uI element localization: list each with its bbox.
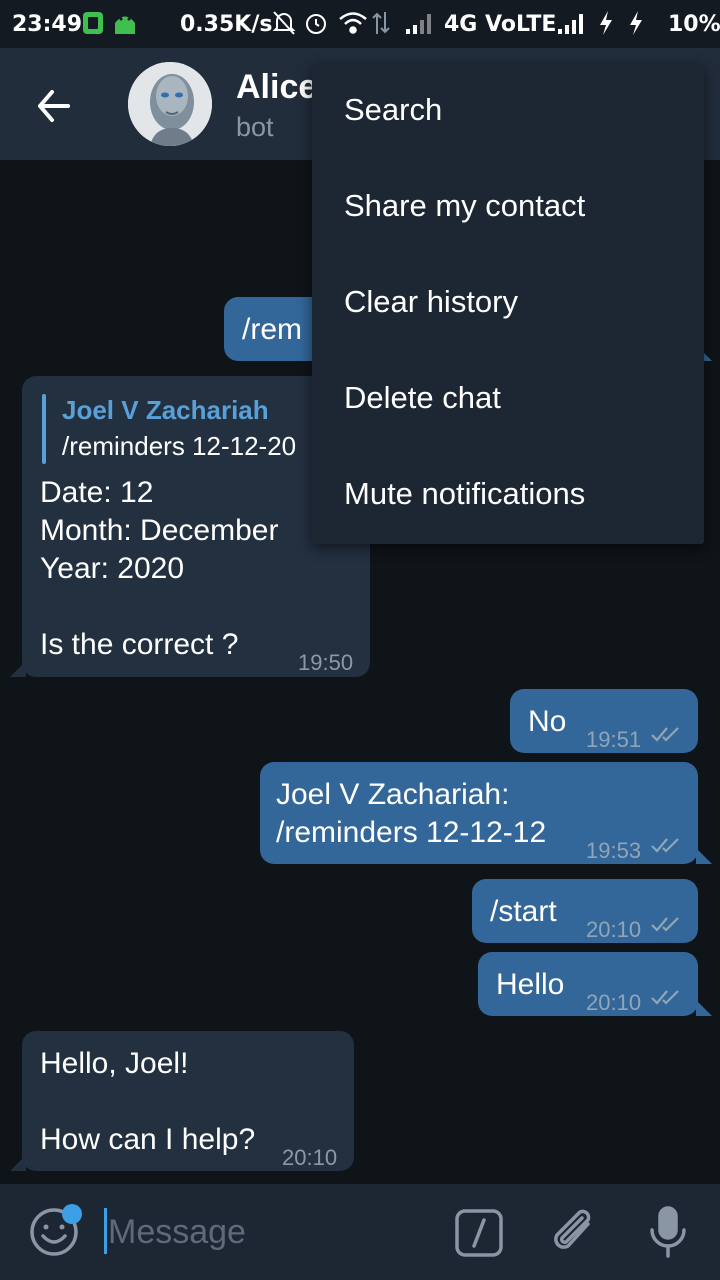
message-line: Date: 12: [40, 476, 154, 509]
back-button[interactable]: [30, 82, 78, 130]
menu-item-label: Share my contact: [344, 188, 586, 223]
message-time: 20:10: [586, 917, 642, 942]
message-line: Joel V Zachariah:: [276, 778, 510, 811]
chat-title[interactable]: Alice: [236, 68, 317, 107]
message-line: Month: December: [40, 514, 279, 547]
menu-item-label: Delete chat: [344, 380, 501, 415]
double-check-icon: [651, 838, 679, 853]
signal-icon-2: [556, 10, 588, 42]
message-bubble-outgoing[interactable]: No 19:51: [510, 689, 698, 753]
paperclip-icon: [554, 1209, 591, 1249]
battery-level: 10%: [668, 12, 720, 37]
reply-quote-bar: [42, 394, 46, 464]
menu-item-search[interactable]: Search: [312, 64, 704, 160]
slash-command-icon: [455, 1209, 503, 1257]
menu-item-label: Clear history: [344, 284, 518, 319]
net-speed: 0.35K/s: [180, 12, 273, 37]
menu-item-label: Search: [344, 92, 443, 127]
message-bubble-incoming[interactable]: Hello, Joel! How can I help? 20:10: [22, 1031, 354, 1171]
message-line: How can I help?: [40, 1123, 256, 1156]
menu-item-label: Mute notifications: [344, 476, 586, 511]
network-type: 4G VoLTE: [444, 12, 557, 37]
bubble-tail: [696, 1000, 712, 1016]
bot-commands-button[interactable]: [454, 1208, 504, 1258]
message-text: /start: [490, 895, 557, 928]
message-bubble-outgoing[interactable]: Hello 20:10: [478, 952, 698, 1016]
message-text: /rem: [242, 313, 302, 346]
data-arrows-icon: [372, 10, 390, 42]
message-time: 19:51: [586, 727, 642, 752]
double-check-icon: [651, 917, 679, 932]
voice-message-button[interactable]: [648, 1204, 688, 1260]
microphone-icon: [650, 1206, 686, 1258]
avatar[interactable]: [128, 62, 212, 146]
menu-item-share-contact[interactable]: Share my contact: [312, 160, 704, 256]
status-bar: 23:49 0.35K/s 4G VoLTE 10%: [0, 0, 720, 48]
reply-author: Joel V Zachariah: [62, 395, 269, 425]
message-line: Year: 2020: [40, 552, 185, 585]
robot-avatar-icon: [128, 62, 212, 146]
chat-subtitle: bot: [236, 112, 274, 142]
message-bubble-outgoing[interactable]: Joel V Zachariah: /reminders 12-12-12 19…: [260, 762, 698, 864]
android-icon: [112, 10, 138, 42]
message-text: Hello: [496, 968, 565, 1001]
battery-icon: [628, 10, 644, 42]
muted-bell-icon: [272, 10, 296, 42]
charging-bolt-icon: [598, 10, 614, 42]
menu-item-mute-notifications[interactable]: Mute notifications: [312, 448, 704, 544]
message-time: 19:53: [586, 838, 642, 863]
message-text: No: [528, 705, 567, 738]
double-check-icon: [651, 727, 679, 742]
notification-dot: [62, 1204, 82, 1224]
message-input[interactable]: [108, 1204, 428, 1260]
attach-button[interactable]: [550, 1204, 600, 1260]
double-check-icon: [651, 990, 679, 1005]
message-line: Hello, Joel!: [40, 1047, 189, 1080]
message-line: Is the correct ?: [40, 628, 239, 661]
message-input-bar: [0, 1184, 720, 1280]
bubble-tail: [10, 1155, 26, 1171]
text-cursor: [104, 1208, 107, 1254]
alarm-icon: [304, 10, 328, 42]
wifi-icon: [338, 10, 368, 42]
arrow-left-icon: [38, 90, 70, 122]
menu-item-delete-chat[interactable]: Delete chat: [312, 352, 704, 448]
message-bubble-outgoing[interactable]: /start 20:10: [472, 879, 698, 943]
bubble-tail: [10, 661, 26, 677]
signal-icon: [404, 10, 436, 42]
notification-icon: [82, 10, 104, 42]
message-time: 19:50: [298, 650, 354, 675]
menu-item-clear-history[interactable]: Clear history: [312, 256, 704, 352]
bubble-tail: [696, 848, 712, 864]
reply-text: /reminders 12-12-20: [62, 431, 297, 461]
message-time: 20:10: [586, 990, 642, 1015]
message-line: /reminders 12-12-12: [276, 816, 547, 849]
chat-options-menu: Search Share my contact Clear history De…: [312, 64, 704, 544]
message-time: 20:10: [282, 1145, 338, 1170]
status-time: 23:49: [12, 12, 83, 37]
